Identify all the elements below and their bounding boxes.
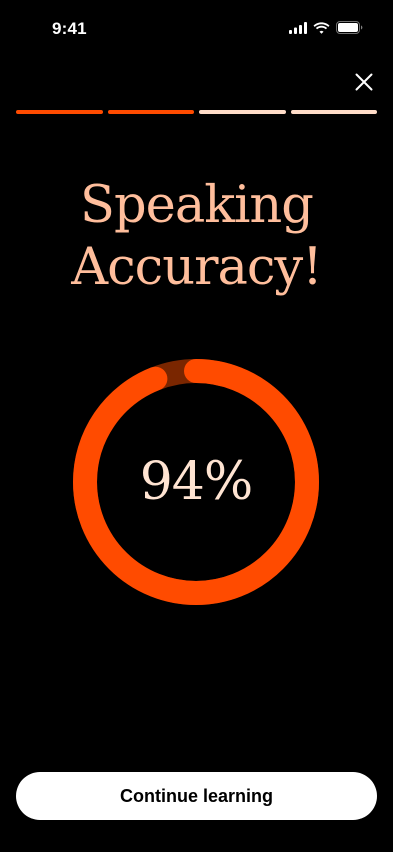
progress-segment <box>199 110 286 114</box>
accuracy-score: 94% <box>139 452 254 512</box>
close-button[interactable] <box>353 71 375 93</box>
signal-icon <box>289 21 307 34</box>
progress-segment <box>290 110 377 114</box>
battery-icon <box>336 21 363 34</box>
close-icon <box>355 73 373 91</box>
page-title: Speaking Accuracy! <box>0 175 393 299</box>
status-time: 9:41 <box>52 19 87 38</box>
progress-segment <box>16 110 103 114</box>
wifi-icon <box>313 21 330 34</box>
progress-segment <box>107 110 194 114</box>
lesson-progress-bar <box>16 110 377 114</box>
status-bar: 9:41 <box>0 0 393 54</box>
title-line-2: Accuracy! <box>71 238 322 297</box>
title-line-1: Speaking <box>80 176 314 235</box>
accuracy-ring: 94% <box>73 359 319 605</box>
status-icons <box>289 21 363 34</box>
continue-learning-button[interactable]: Continue learning <box>16 772 377 820</box>
